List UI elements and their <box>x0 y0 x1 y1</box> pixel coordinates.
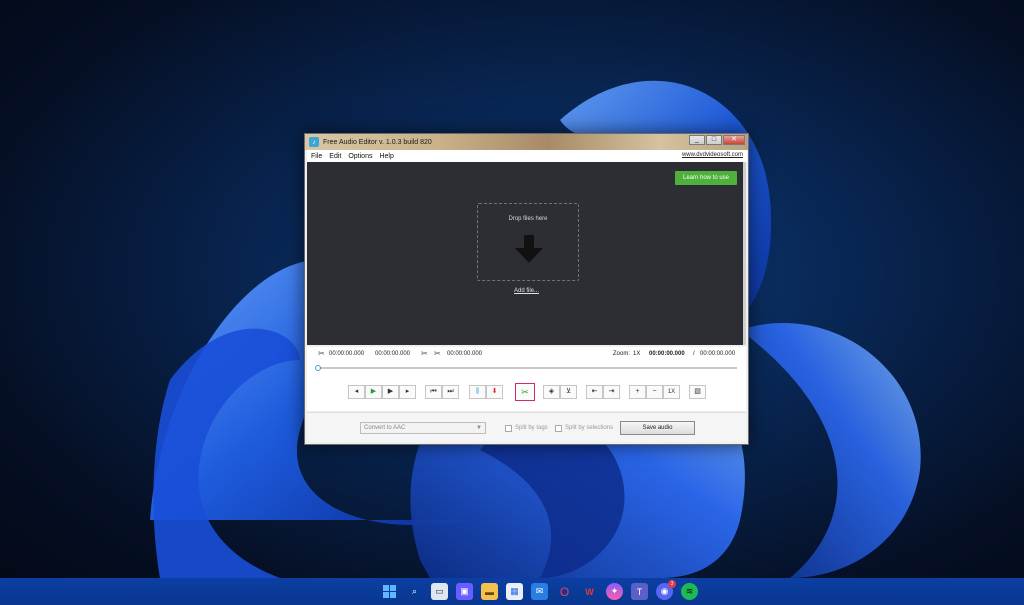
download-arrow-icon <box>515 235 543 263</box>
format-select[interactable]: Convert to AAC ▼ <box>360 422 486 434</box>
wps-icon[interactable]: W <box>581 583 598 600</box>
discord-icon[interactable]: ◉ 3 <box>656 580 676 600</box>
cut-end-icon[interactable]: ✂ <box>434 349 441 358</box>
split-by-selections-checkbox[interactable] <box>555 425 562 432</box>
chat-icon[interactable]: ▣ <box>456 583 473 600</box>
start-time: 00:00:00.000 <box>329 351 365 357</box>
cut-time: 00:00:00.000 <box>447 351 483 357</box>
opera-icon[interactable]: O <box>556 583 573 600</box>
menu-help[interactable]: Help <box>375 153 396 160</box>
app-icon: ♪ <box>309 137 319 147</box>
play-selection-icon[interactable]: ▶ <box>382 385 399 399</box>
file-explorer-icon[interactable]: ▬ <box>481 583 498 600</box>
cut-start-icon[interactable]: ✂ <box>318 349 325 358</box>
mark-end-icon[interactable]: ⇥ <box>603 385 620 399</box>
download-icon[interactable]: ⬇ <box>486 385 503 399</box>
task-view-icon[interactable]: ▭ <box>431 583 448 600</box>
zoom-value: 1X <box>633 351 641 357</box>
split-by-selections-label: Split by selections <box>565 425 614 431</box>
close-button[interactable]: ✕ <box>723 135 745 145</box>
menu-options[interactable]: Options <box>344 153 375 160</box>
current-time: 00:00:00.000 <box>649 351 685 357</box>
window-title: Free Audio Editor v. 1.0.3 build 820 <box>323 138 432 146</box>
split-icon[interactable]: ⫼ <box>469 385 486 399</box>
drop-zone[interactable]: Drop files here <box>477 203 579 281</box>
fade-icon[interactable]: ⊻ <box>560 385 577 399</box>
zoom-label: Zoom: <box>613 351 631 357</box>
split-by-tags-checkbox[interactable] <box>505 425 512 432</box>
trim-scissors-icon[interactable]: ✂ <box>515 383 535 401</box>
drop-area[interactable]: Learn how to use Drop files here Add fil… <box>307 162 746 345</box>
windows-start-icon[interactable] <box>381 583 398 600</box>
menu-edit[interactable]: Edit <box>325 153 344 160</box>
end-time: 00:00:00.000 <box>375 351 411 357</box>
search-icon[interactable]: ⌕ <box>406 583 423 600</box>
play-icon[interactable]: ▶ <box>365 385 382 399</box>
zoom-in-icon[interactable]: + <box>629 385 646 399</box>
format-select-value: Convert to AAC <box>364 425 406 431</box>
spotify-icon[interactable]: ≋ <box>681 583 698 600</box>
zoom-reset-button[interactable]: 1X <box>663 385 680 399</box>
discord-badge: 3 <box>668 580 676 588</box>
save-audio-button[interactable]: Save audio <box>620 421 695 435</box>
store-icon[interactable]: ▦ <box>506 583 523 600</box>
output-bar: Convert to AAC ▼ Split by tags Split by … <box>307 412 746 442</box>
chevron-down-icon: ▼ <box>476 425 482 431</box>
website-link[interactable]: www.dvdvideosoft.com <box>682 152 743 158</box>
seek-back-icon[interactable]: ◂ <box>348 385 365 399</box>
menu-file[interactable]: File <box>307 153 325 160</box>
add-file-link[interactable]: Add file... <box>307 288 746 294</box>
taskbar: ⌕ ▭ ▣ ▬ ▦ ✉ O W ✦ T ◉ 3 ≋ <box>0 578 1024 605</box>
teams-icon[interactable]: T <box>631 583 648 600</box>
mark-start-icon[interactable]: ⇤ <box>586 385 603 399</box>
player-controls: ◂ ▶ ▶ ▸ ⏮ ⏭ ⫼ ⬇ ✂ ◈ ⊻ ⇤ ⇥ + − 1X ▧ <box>307 375 746 411</box>
split-by-tags-label: Split by tags <box>515 425 548 431</box>
window-controls: _ □ ✕ <box>689 135 745 145</box>
slider-knob[interactable] <box>315 365 321 371</box>
mail-icon[interactable]: ✉ <box>531 583 548 600</box>
total-time: 00:00:00.000 <box>700 351 736 357</box>
drop-files-text: Drop files here <box>508 216 548 222</box>
menu-bar: File Edit Options Help www.dvdvideosoft.… <box>307 150 747 162</box>
slider-track[interactable] <box>317 367 737 369</box>
skip-end-icon[interactable]: ⏭ <box>442 385 459 399</box>
app-window: ♪ Free Audio Editor v. 1.0.3 build 820 _… <box>304 133 749 445</box>
learn-how-to-use-button[interactable]: Learn how to use <box>675 171 737 185</box>
effects-icon[interactable]: ◈ <box>543 385 560 399</box>
minimize-button[interactable]: _ <box>689 135 705 145</box>
position-slider[interactable] <box>307 361 746 375</box>
skip-start-icon[interactable]: ⏮ <box>425 385 442 399</box>
time-bar: ✂ 00:00:00.000 00:00:00.000 ✂ ✂ 00:00:00… <box>307 347 746 361</box>
title-bar[interactable]: ♪ Free Audio Editor v. 1.0.3 build 820 _… <box>305 134 748 150</box>
messenger-icon[interactable]: ✦ <box>606 583 623 600</box>
maximize-button[interactable]: □ <box>706 135 722 145</box>
seek-forward-icon[interactable]: ▸ <box>399 385 416 399</box>
time-separator: / <box>693 351 695 357</box>
zoom-out-icon[interactable]: − <box>646 385 663 399</box>
image-icon[interactable]: ▧ <box>689 385 706 399</box>
cut-middle-icon[interactable]: ✂ <box>421 349 428 358</box>
scrollbar[interactable] <box>743 162 746 345</box>
